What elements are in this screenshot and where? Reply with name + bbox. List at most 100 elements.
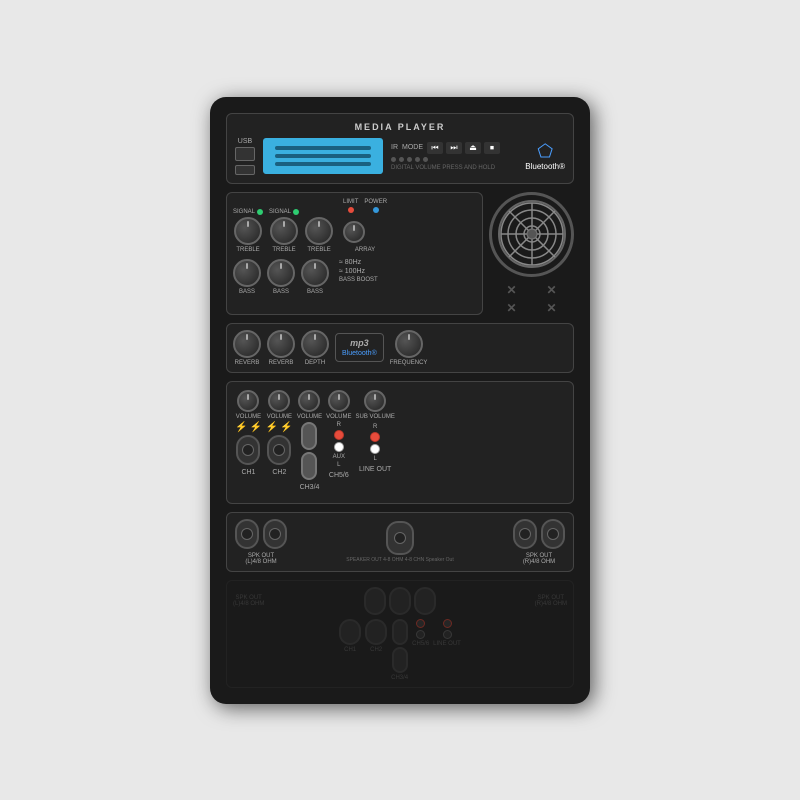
ch3-bass-knob[interactable] bbox=[301, 259, 329, 287]
signal-label-ch2: SIGNAL bbox=[269, 209, 291, 215]
dot-3 bbox=[407, 157, 412, 162]
bluetooth-section: ⬠ Bluetooth® bbox=[525, 141, 565, 171]
ch1-bass-group: BASS bbox=[233, 259, 261, 295]
ch3-jack-1[interactable] bbox=[301, 422, 317, 450]
reflection-spk-right: SPK OUT(R)4/8 OHM bbox=[535, 595, 567, 607]
spk-left-xlr-1[interactable] bbox=[235, 519, 259, 549]
fan-grill-svg bbox=[497, 199, 567, 269]
spk-right-group: SPK OUT (R)4/8 OHM bbox=[513, 519, 565, 565]
volume-section: VOLUME ⚡ ⚡ CH1 VOLUME ⚡ ⚡ bbox=[226, 381, 574, 504]
power-led bbox=[373, 207, 379, 213]
ch1-phantom-icons: ⚡ ⚡ bbox=[235, 422, 262, 433]
reverb2-knob[interactable] bbox=[267, 330, 295, 358]
ch1-treble-knob[interactable] bbox=[234, 217, 262, 245]
depth-knob[interactable] bbox=[301, 330, 329, 358]
reverb1-label: REVERB bbox=[235, 360, 260, 366]
ch2-volume-label: VOLUME bbox=[267, 414, 292, 420]
ch3-jack-2[interactable] bbox=[301, 452, 317, 480]
ch1-label: CH1 bbox=[241, 469, 255, 476]
signal-label-ch1: SIGNAL bbox=[233, 209, 255, 215]
signal-led-ch1 bbox=[257, 209, 263, 215]
ch2-bass-group: BASS bbox=[267, 259, 295, 295]
freq-80hz: ≈ 80Hz bbox=[339, 259, 361, 266]
ch1-bass-label: BASS bbox=[239, 289, 255, 295]
usb-label: USB bbox=[238, 138, 252, 145]
eject-button[interactable]: ⏏ bbox=[465, 142, 481, 154]
spk-right-xlr-1-inner bbox=[519, 528, 531, 540]
phantom-icon-3: ⚡ bbox=[266, 422, 278, 433]
ch3-bass-group: BASS bbox=[301, 259, 329, 295]
mp3-badge: mp3 Bluetooth® bbox=[335, 333, 384, 362]
reflection-spk-left: SPK OUT(L)4/8 OHM bbox=[233, 595, 264, 607]
volume-row: VOLUME ⚡ ⚡ CH1 VOLUME ⚡ ⚡ bbox=[235, 390, 565, 491]
ch2-label: CH2 bbox=[272, 469, 286, 476]
speaker-out-text: SPEAKER OUT 4-8 OHM 4-8 CHN Speaker Out bbox=[346, 557, 453, 563]
mp3-bluetooth: Bluetooth® bbox=[342, 350, 377, 357]
sub-volume-label: SUB VOLUME bbox=[356, 414, 395, 420]
center-xlr[interactable] bbox=[386, 521, 414, 555]
next-button[interactable]: ⏭ bbox=[446, 142, 462, 154]
power-indicator: POWER bbox=[364, 199, 387, 213]
media-player-title: MEDIA PLAYER bbox=[235, 122, 565, 132]
spk-left-xlr-1-inner bbox=[241, 528, 253, 540]
lineout-r-label: R bbox=[373, 424, 377, 430]
stop-button[interactable]: ⏹ bbox=[484, 142, 500, 154]
freq-100hz: ≈ 100Hz bbox=[339, 268, 365, 275]
ch2-phantom-icons: ⚡ ⚡ bbox=[266, 422, 293, 433]
dot-2 bbox=[399, 157, 404, 162]
reflection-jacks-center bbox=[364, 587, 436, 615]
limit-label: LIMIT bbox=[343, 199, 358, 205]
lineout-l-label: L bbox=[374, 456, 377, 462]
ch1-bass-knob[interactable] bbox=[233, 259, 261, 287]
ch3-volume-label: VOLUME bbox=[297, 414, 322, 420]
ch56-label: CH5/6 bbox=[329, 472, 349, 479]
ch2-treble-knob[interactable] bbox=[270, 217, 298, 245]
signal-led-ch2 bbox=[293, 209, 299, 215]
spk-left-jacks bbox=[235, 519, 287, 549]
ch3-treble-group: TREBLE bbox=[305, 217, 333, 253]
prev-button[interactable]: ⏮ bbox=[427, 142, 443, 154]
array-knob[interactable] bbox=[343, 221, 365, 243]
limit-led bbox=[348, 207, 354, 213]
bluetooth-label: Bluetooth® bbox=[525, 162, 565, 171]
lineout-block: SUB VOLUME R L LINE OUT bbox=[356, 390, 395, 473]
limit-indicator: LIMIT bbox=[343, 199, 358, 213]
ch1-treble-label: TREBLE bbox=[236, 247, 259, 253]
ch56-volume-knob[interactable] bbox=[328, 390, 350, 412]
reverb1-knob[interactable] bbox=[233, 330, 261, 358]
depth-label: DEPTH bbox=[305, 360, 325, 366]
spk-right-jacks bbox=[513, 519, 565, 549]
lineout-rca-red[interactable] bbox=[370, 432, 380, 442]
ch1-volume-knob[interactable] bbox=[237, 390, 259, 412]
spk-left-xlr-2[interactable] bbox=[263, 519, 287, 549]
lineout-rca-white[interactable] bbox=[370, 444, 380, 454]
x-mark-tl: ✕ bbox=[506, 283, 516, 297]
ch2-xlr[interactable] bbox=[267, 435, 291, 465]
lcd-bar-1 bbox=[275, 146, 371, 150]
ch3-volume-knob[interactable] bbox=[298, 390, 320, 412]
lcd-bar-2 bbox=[275, 154, 371, 158]
rca-red-in[interactable] bbox=[334, 430, 344, 440]
rca-white-in[interactable] bbox=[334, 442, 344, 452]
sub-volume-knob[interactable] bbox=[364, 390, 386, 412]
spk-right-xlr-2[interactable] bbox=[541, 519, 565, 549]
center-xlr-inner bbox=[394, 532, 406, 544]
frequency-knob[interactable] bbox=[395, 330, 423, 358]
ch56-block: VOLUME R AUX L CH5/6 bbox=[326, 390, 351, 479]
ch1-xlr[interactable] bbox=[236, 435, 260, 465]
x-mark-br: ✕ bbox=[547, 301, 557, 315]
sd-slot[interactable] bbox=[235, 165, 255, 175]
dot-4 bbox=[415, 157, 420, 162]
mp3-text: mp3 bbox=[350, 338, 369, 348]
ch3-block: VOLUME CH3/4 bbox=[297, 390, 322, 491]
spk-right-xlr-1[interactable] bbox=[513, 519, 537, 549]
spk-left-label: SPK OUT (L)4/8 OHM bbox=[245, 553, 276, 565]
phantom-icon-1: ⚡ bbox=[235, 422, 247, 433]
center-speaker-info: SPEAKER OUT 4-8 OHM 4-8 CHN Speaker Out bbox=[346, 521, 453, 563]
ch2-bass-knob[interactable] bbox=[267, 259, 295, 287]
array-label: ARRAY bbox=[343, 247, 387, 253]
ch3-treble-knob[interactable] bbox=[305, 217, 333, 245]
ch2-volume-knob[interactable] bbox=[268, 390, 290, 412]
bass-boost-label: BASS BOOST bbox=[339, 277, 378, 283]
usb-port[interactable] bbox=[235, 147, 255, 161]
